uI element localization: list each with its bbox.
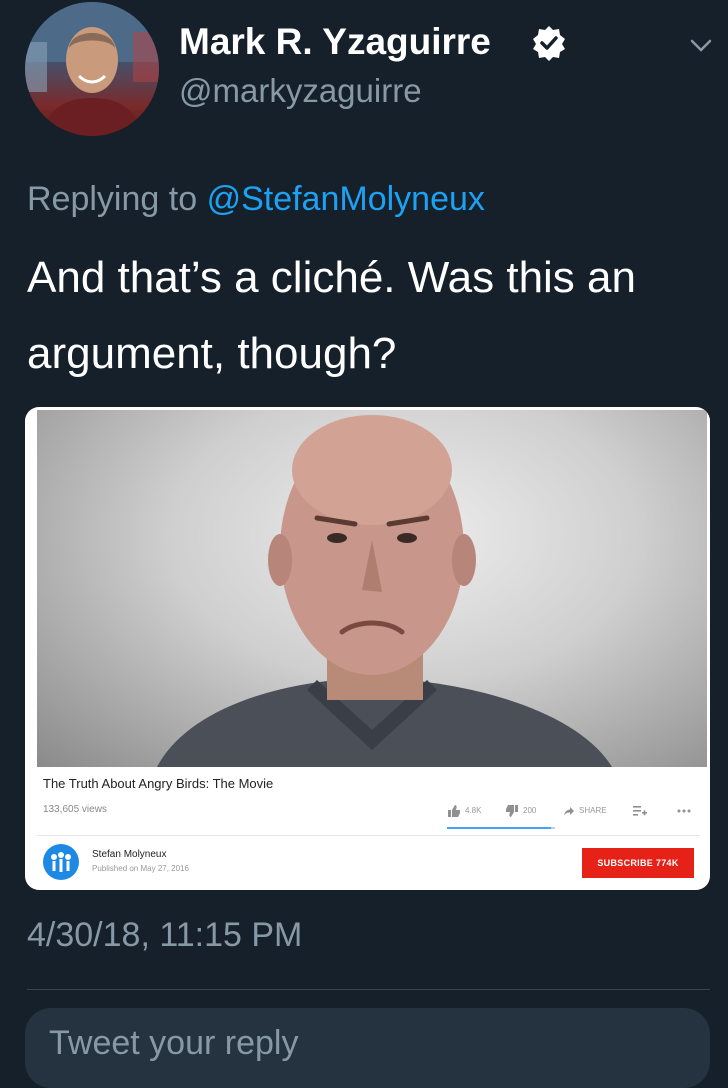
tweet-header: Mark R. Yzaguirre @markyzaguirre xyxy=(0,0,728,160)
publish-date: Published on May 27, 2016 xyxy=(92,864,189,873)
video-actions: 4.8K 200 SHARE xyxy=(445,804,700,820)
author-avatar[interactable] xyxy=(25,2,159,136)
subscribe-button[interactable]: SUBSCRIBE 774K xyxy=(582,848,694,878)
like-ratio-bar xyxy=(447,827,555,829)
verified-badge-icon xyxy=(533,26,565,61)
author-handle[interactable]: @markyzaguirre xyxy=(179,72,422,110)
card-divider xyxy=(37,835,700,836)
video-view-count: 133,605 views xyxy=(43,804,107,815)
channel-logo[interactable] xyxy=(43,844,79,880)
chevron-down-icon[interactable] xyxy=(686,30,716,60)
video-screenshot-card[interactable]: The Truth About Angry Birds: The Movie 1… xyxy=(25,407,710,890)
more-dots-icon[interactable] xyxy=(677,809,691,813)
like-count: 4.8K xyxy=(465,806,482,815)
thumbs-down-icon[interactable] xyxy=(505,804,519,818)
thumbs-up-icon[interactable] xyxy=(447,804,461,818)
replying-to-line: Replying to @StefanMolyneux xyxy=(27,180,485,219)
channel-name[interactable]: Stefan Molyneux xyxy=(92,849,167,860)
author-display-name[interactable]: Mark R. Yzaguirre xyxy=(179,21,491,63)
video-title: The Truth About Angry Birds: The Movie xyxy=(43,776,274,791)
share-arrow-icon[interactable] xyxy=(563,805,575,817)
subscribe-label: SUBSCRIBE xyxy=(597,858,654,868)
reply-placeholder: Tweet your reply xyxy=(49,1024,299,1062)
replying-to-label: Replying to xyxy=(27,180,198,218)
like-ratio-fill xyxy=(447,827,551,829)
reply-input[interactable]: Tweet your reply xyxy=(25,1008,710,1088)
share-button[interactable]: SHARE xyxy=(579,806,607,815)
reply-mention-link[interactable]: @StefanMolyneux xyxy=(207,180,485,218)
playlist-add-icon[interactable] xyxy=(633,805,647,817)
tweet-text: And that’s a cliché. Was this an argumen… xyxy=(27,253,636,378)
subscriber-count: 774K xyxy=(655,858,679,868)
tweet-timestamp[interactable]: 4/30/18, 11:15 PM xyxy=(27,916,302,955)
dislike-count: 200 xyxy=(523,806,537,815)
video-thumbnail xyxy=(37,410,707,767)
